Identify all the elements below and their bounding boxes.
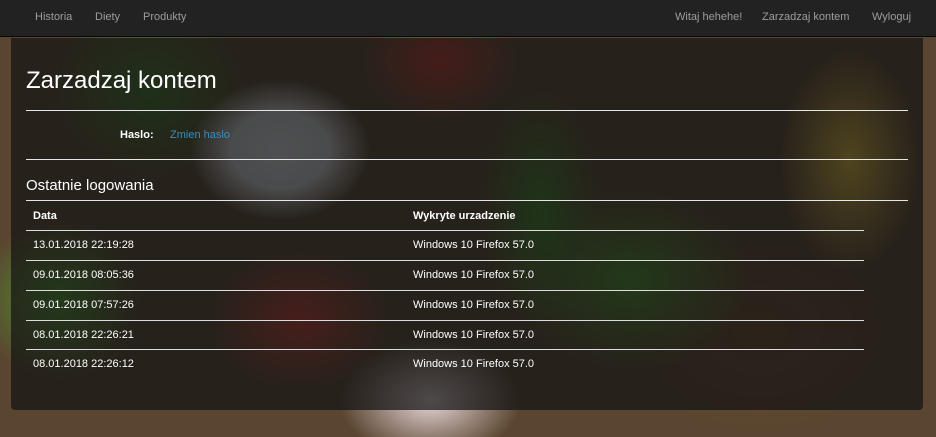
recent-logins-title: Ostatnie logowania bbox=[26, 177, 154, 194]
top-navbar: Historia Diety Produkty Witaj hehehe! Za… bbox=[0, 0, 936, 37]
nav-produkty-link[interactable]: Produkty bbox=[143, 11, 186, 23]
nav-diety-link[interactable]: Diety bbox=[95, 11, 120, 23]
row-separator bbox=[26, 260, 864, 261]
nav-historia-link[interactable]: Historia bbox=[35, 11, 72, 23]
login-device-cell: Windows 10 Firefox 57.0 bbox=[413, 329, 535, 341]
login-device-cell: Windows 10 Firefox 57.0 bbox=[413, 358, 535, 370]
login-device-cell: Windows 10 Firefox 57.0 bbox=[413, 239, 535, 251]
login-device-cell: Windows 10 Firefox 57.0 bbox=[413, 269, 535, 281]
row-separator bbox=[26, 290, 864, 291]
change-password-link[interactable]: Zmien haslo bbox=[170, 129, 230, 141]
divider bbox=[26, 200, 908, 201]
page-title: Zarzadzaj kontem bbox=[26, 67, 217, 94]
login-date-cell: 08.01.2018 22:26:12 bbox=[33, 358, 134, 370]
divider bbox=[26, 159, 908, 160]
row-separator bbox=[26, 230, 864, 231]
divider bbox=[26, 110, 908, 111]
login-date-cell: 09.01.2018 08:05:36 bbox=[33, 269, 134, 281]
password-label: Haslo: bbox=[120, 129, 154, 141]
login-date-cell: 08.01.2018 22:26:21 bbox=[33, 329, 134, 341]
account-panel: Zarzadzaj kontem Haslo: Zmien haslo Osta… bbox=[11, 38, 923, 410]
row-separator bbox=[26, 349, 864, 350]
column-header-device: Wykryte urzadzenie bbox=[413, 210, 516, 222]
row-separator bbox=[26, 320, 864, 321]
login-date-cell: 09.01.2018 07:57:26 bbox=[33, 299, 134, 311]
login-date-cell: 13.01.2018 22:19:28 bbox=[33, 239, 134, 251]
nav-greeting-link[interactable]: Witaj hehehe! bbox=[675, 11, 742, 23]
column-header-date: Data bbox=[33, 210, 57, 222]
login-device-cell: Windows 10 Firefox 57.0 bbox=[413, 299, 535, 311]
nav-manage-account-link[interactable]: Zarzadzaj kontem bbox=[762, 11, 849, 23]
nav-logout-link[interactable]: Wyloguj bbox=[872, 11, 911, 23]
